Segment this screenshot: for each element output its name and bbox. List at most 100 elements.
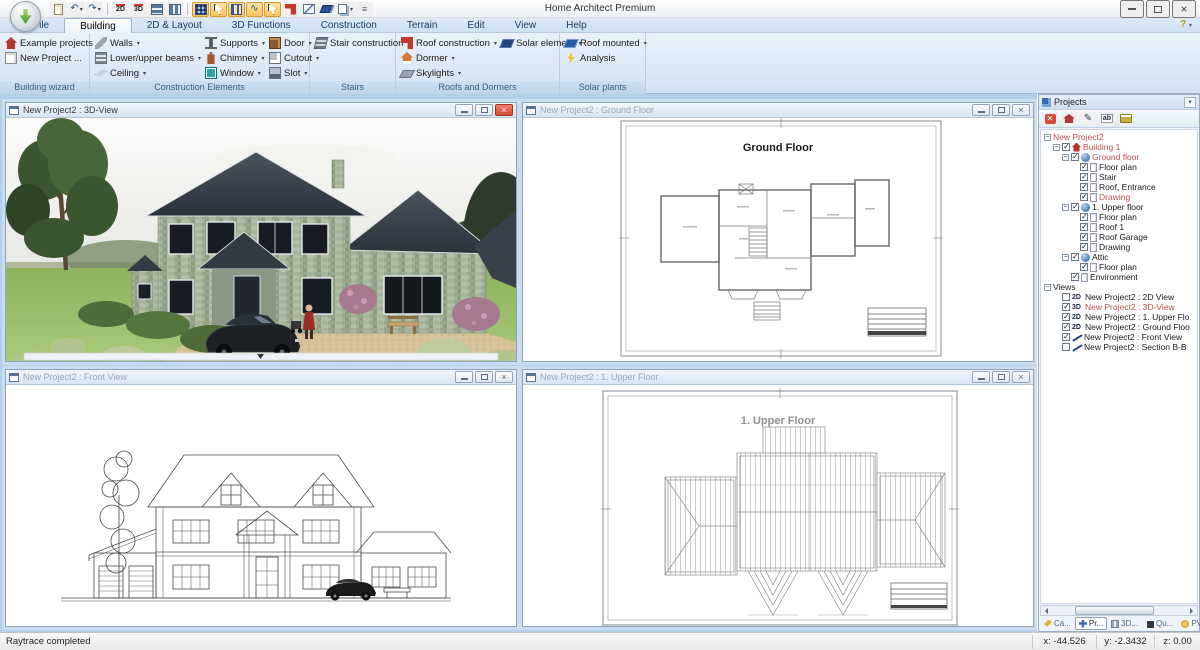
tree-checkbox[interactable] [1062, 293, 1070, 301]
tree-checkbox[interactable] [1080, 183, 1088, 191]
select-cursor-button[interactable] [210, 2, 227, 17]
tree-item-new-project2-1-upper-flo[interactable]: 2DNew Project2 : 1. Upper Flo [1042, 312, 1197, 322]
tree-checkbox[interactable] [1062, 333, 1070, 341]
tree-expander-icon[interactable]: − [1062, 204, 1069, 211]
tree-checkbox[interactable] [1080, 233, 1088, 241]
panel-tab-pv[interactable]: PV... [1177, 617, 1200, 630]
pointer-button[interactable] [264, 2, 281, 17]
tree-checkbox[interactable] [1080, 163, 1088, 171]
lower-upper-beams-button[interactable]: Lower/upper beams▾ [95, 51, 201, 65]
tree-item-roof-entrance[interactable]: Roof, Entrance [1042, 182, 1197, 192]
customize-toolbar-button[interactable]: ≡ [356, 2, 373, 17]
tab-building[interactable]: Building [64, 18, 132, 33]
upper-floor-plan-viewport[interactable]: 1. Upper Floor [523, 385, 1033, 626]
ground-floor-plan-viewport[interactable]: Ground Floor [523, 118, 1033, 361]
tile-vertical-button[interactable] [166, 2, 183, 17]
tree-checkbox[interactable] [1071, 273, 1079, 281]
tab-view[interactable]: View [500, 18, 552, 33]
tree-item-attic[interactable]: −Attic [1042, 252, 1197, 262]
copy-button[interactable]: ▾ [336, 2, 355, 17]
front-elevation-viewport[interactable] [6, 385, 516, 626]
print-button[interactable] [1118, 112, 1134, 126]
view-3d-button[interactable]: 3D [130, 2, 147, 17]
tree-checkbox[interactable] [1071, 203, 1079, 211]
tree-expander-icon[interactable]: − [1062, 254, 1069, 261]
window-button[interactable]: Window▾ [205, 66, 265, 80]
close-button[interactable]: × [1012, 371, 1030, 383]
tree-item-environment[interactable]: Environment [1042, 272, 1197, 282]
maximize-button[interactable] [475, 104, 493, 116]
close-button[interactable]: × [1012, 104, 1030, 116]
roof-construction-button[interactable] [282, 2, 299, 17]
tree-checkbox[interactable] [1080, 213, 1088, 221]
tree-checkbox[interactable] [1080, 263, 1088, 271]
roof-plan-button[interactable] [300, 2, 317, 17]
tree-item-new-project2-ground-floo[interactable]: 2DNew Project2 : Ground Floo [1042, 322, 1197, 332]
tree-checkbox[interactable] [1062, 303, 1070, 311]
tree-checkbox[interactable] [1071, 153, 1079, 161]
tree-expander-icon[interactable]: − [1062, 154, 1069, 161]
tab-terrain[interactable]: Terrain [392, 18, 453, 33]
panel-horizontal-scrollbar[interactable] [1040, 605, 1198, 616]
tree-checkbox[interactable] [1080, 173, 1088, 181]
window-3d-view-titlebar[interactable]: New Project2 : 3D-View × [6, 103, 516, 118]
building-button[interactable] [1061, 112, 1077, 126]
tree-item-floor-plan[interactable]: Floor plan [1042, 212, 1197, 222]
tree-checkbox[interactable] [1080, 193, 1088, 201]
supports-button[interactable]: Supports▾ [205, 36, 265, 50]
scroll-left-icon[interactable] [1041, 606, 1051, 615]
tree-item-ground-floor[interactable]: −Ground floor [1042, 152, 1197, 162]
tree-expander-icon[interactable]: − [1044, 284, 1051, 291]
window-ground-floor-titlebar[interactable]: New Project2 : Ground Floor × [523, 103, 1033, 118]
undo-button[interactable]: ↶▾ [68, 2, 85, 17]
render-3d-viewport[interactable] [6, 118, 516, 361]
panel-tab-qu[interactable]: Qu... [1142, 617, 1177, 630]
tree-item-building-1[interactable]: −Building 1 [1042, 142, 1197, 152]
tree-item-1-upper-floor[interactable]: −1. Upper floor [1042, 202, 1197, 212]
text-label-button[interactable]: ab [1099, 112, 1115, 126]
new-document-button[interactable] [50, 2, 67, 17]
help-button[interactable]: ? ▾ [1180, 19, 1192, 30]
window-minimize-button[interactable] [1120, 0, 1144, 18]
tree-item-floor-plan[interactable]: Floor plan [1042, 162, 1197, 172]
tree-expander-icon[interactable]: − [1044, 134, 1051, 141]
ceiling-button[interactable]: Ceiling▾ [95, 66, 201, 80]
walls-button[interactable]: Walls▾ [95, 36, 201, 50]
window-upper-floor-titlebar[interactable]: New Project2 : 1. Upper Floor × [523, 370, 1033, 385]
tile-horizontal-button[interactable] [148, 2, 165, 17]
tree-checkbox[interactable] [1062, 343, 1070, 351]
tree-checkbox[interactable] [1080, 243, 1088, 251]
panel-tab-ca[interactable]: Ca... [1040, 617, 1075, 630]
tree-checkbox[interactable] [1080, 223, 1088, 231]
tree-checkbox[interactable] [1071, 253, 1079, 261]
delete-button[interactable]: ✕ [1042, 112, 1058, 126]
tab-edit[interactable]: Edit [452, 18, 499, 33]
tree-item-new-project2-front-view[interactable]: New Project2 : Front View [1042, 332, 1197, 342]
window-close-button[interactable]: × [1172, 0, 1196, 18]
tree-item-new-project2-section-b-b[interactable]: New Project2 : Section B-B [1042, 342, 1197, 352]
example-projects-button[interactable]: Example projects ... [5, 36, 103, 50]
tree-item-new-project2-3d-view[interactable]: 3DNew Project2 : 3D-View [1042, 302, 1197, 312]
tree-item-stair[interactable]: Stair [1042, 172, 1197, 182]
view-2d-button[interactable]: 2D [112, 2, 129, 17]
maximize-button[interactable] [992, 104, 1010, 116]
minimize-button[interactable] [455, 104, 473, 116]
window-maximize-button[interactable] [1146, 0, 1170, 18]
tree-item-roof-garage[interactable]: Roof Garage [1042, 232, 1197, 242]
tree-item-drawing[interactable]: Drawing [1042, 242, 1197, 252]
tree-item-drawing[interactable]: Drawing [1042, 192, 1197, 202]
maximize-button[interactable] [992, 371, 1010, 383]
chimney-button[interactable]: Chimney▾ [205, 51, 265, 65]
projects-panel-header[interactable]: Projects ▾ [1039, 95, 1199, 110]
maximize-button[interactable] [475, 371, 493, 383]
tree-item-floor-plan[interactable]: Floor plan [1042, 262, 1197, 272]
skylights-button[interactable]: Skylights▾ [401, 66, 497, 80]
scroll-right-icon[interactable] [1187, 606, 1197, 615]
tab-2d-layout[interactable]: 2D & Layout [132, 18, 217, 33]
tree-expander-icon[interactable]: − [1053, 144, 1060, 151]
texture-grid-button[interactable] [192, 2, 209, 17]
redo-button[interactable]: ↷▾ [86, 2, 103, 17]
edit-pencil-button[interactable]: ✎ [1080, 112, 1096, 126]
minimize-button[interactable] [972, 371, 990, 383]
minimize-button[interactable] [455, 371, 473, 383]
